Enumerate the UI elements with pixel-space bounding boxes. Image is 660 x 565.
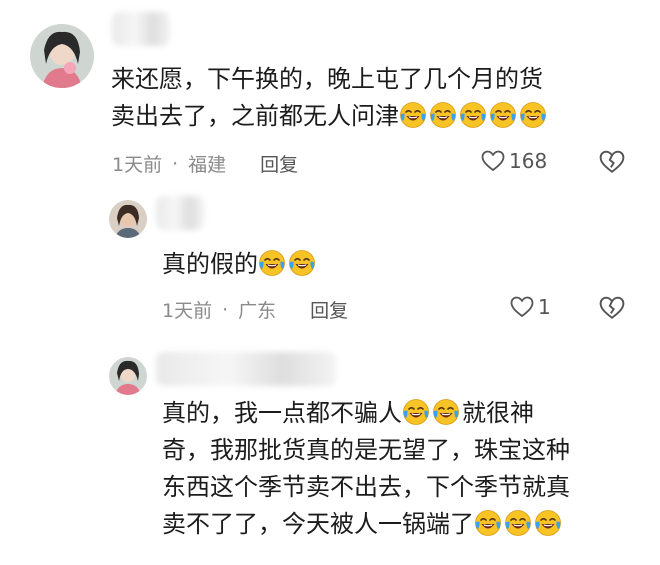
like-count: 168	[509, 149, 548, 173]
like-button[interactable]: 1	[510, 295, 551, 319]
laughing-crying-emoji-icon	[519, 101, 547, 129]
laughing-crying-emoji-icon	[429, 101, 457, 129]
comment-line: 来还愿，下午换的，晚上屯了几个月的货	[111, 65, 543, 93]
like-count: 1	[538, 295, 551, 319]
username-blurred	[112, 12, 170, 46]
laughing-crying-emoji-icon	[504, 509, 532, 537]
broken-heart-icon	[599, 150, 625, 173]
avatar[interactable]	[109, 200, 147, 238]
comment-line: 奇，我那批货真的是无望了，珠宝这种	[162, 436, 570, 464]
reply-button[interactable]: 回复	[260, 150, 298, 177]
comment-line: 东西这个季节卖不出去，下个季节就真	[162, 473, 570, 501]
heart-outline-icon	[481, 150, 505, 172]
comment-meta: 1天前 · 广东 回复	[162, 296, 348, 323]
comment-line-with-emoji: 真的，我一点都不骗人 就很神	[162, 395, 570, 432]
dislike-button[interactable]	[599, 150, 625, 174]
comment-time: 1天前	[162, 300, 213, 322]
avatar[interactable]	[30, 24, 94, 88]
avatar[interactable]	[109, 357, 147, 395]
username-blurred	[156, 196, 204, 230]
comment-meta: 1天前 · 福建 回复	[112, 150, 298, 177]
reply-button[interactable]: 回复	[310, 296, 348, 323]
comment-line: 就很神	[462, 399, 534, 427]
comment-location: 福建	[188, 154, 227, 176]
comment-line: 真的假的	[162, 250, 258, 278]
heart-outline-icon	[510, 296, 534, 318]
laughing-crying-emoji-icon	[534, 509, 562, 537]
laughing-crying-emoji-icon	[474, 509, 502, 537]
dislike-button[interactable]	[599, 296, 625, 320]
separator: ·	[222, 298, 229, 321]
comment-line: 真的，我一点都不骗人	[162, 399, 402, 427]
comment-time: 1天前	[112, 154, 163, 176]
laughing-crying-emoji-icon	[399, 101, 427, 129]
comment-location: 广东	[238, 300, 277, 322]
comment-text: 来还愿，下午换的，晚上屯了几个月的货 卖出去了，之前都无人问津	[111, 61, 549, 135]
separator: ·	[172, 152, 179, 175]
laughing-crying-emoji-icon	[288, 249, 316, 277]
comment-text: 真的，我一点都不骗人 就很神 奇，我那批货真的是无望了，珠宝这种 东西这个季节卖不…	[162, 395, 570, 543]
laughing-crying-emoji-icon	[402, 398, 430, 426]
comment-text: 真的假的	[162, 246, 318, 283]
username-blurred	[156, 352, 336, 386]
laughing-crying-emoji-icon	[258, 249, 286, 277]
like-button[interactable]: 168	[481, 149, 547, 173]
laughing-crying-emoji-icon	[459, 101, 487, 129]
laughing-crying-emoji-icon	[489, 101, 517, 129]
laughing-crying-emoji-icon	[432, 398, 460, 426]
comment-line-with-emoji: 卖不了了，今天被人一锅端了	[162, 506, 570, 543]
comment-line: 卖不了了，今天被人一锅端了	[162, 510, 474, 538]
comment-line-with-emoji: 卖出去了，之前都无人问津	[111, 98, 549, 135]
comment-line: 卖出去了，之前都无人问津	[111, 102, 399, 130]
broken-heart-icon	[599, 296, 625, 319]
